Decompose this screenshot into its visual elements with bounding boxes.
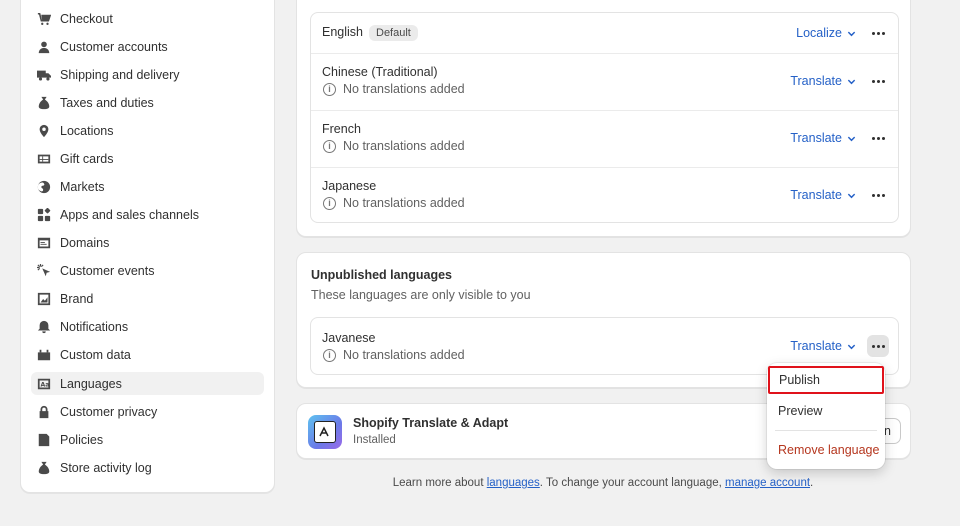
info-icon: i (323, 82, 336, 96)
bell-icon (37, 320, 51, 334)
app-status: Installed (353, 434, 396, 446)
gift-card-icon (37, 152, 51, 166)
database-icon (37, 348, 51, 362)
section-subtitle: These languages are only visible to you (311, 288, 531, 302)
svg-text:Aa: Aa (41, 381, 50, 388)
localize-button[interactable]: Localize (796, 26, 856, 40)
footer-help-text: Learn more about languages. To change yo… (392, 477, 814, 489)
sidebar-item-custom-data[interactable]: Custom data (31, 343, 264, 366)
manage-account-link[interactable]: manage account (725, 477, 810, 489)
sidebar-item-label: Checkout (60, 11, 113, 26)
policy-icon (37, 433, 51, 447)
sidebar-item-shipping[interactable]: Shipping and delivery (31, 63, 264, 86)
sidebar-item-label: Gift cards (60, 151, 114, 166)
info-icon: i (323, 139, 336, 153)
translate-button[interactable]: Translate (790, 188, 856, 202)
sidebar-item-locations[interactable]: Locations (31, 119, 264, 142)
sidebar-item-label: Notifications (60, 319, 129, 334)
globe-icon (37, 180, 51, 194)
domain-icon (37, 236, 51, 250)
language-name: Chinese (Traditional) (322, 65, 438, 79)
translation-status: i No translations added (323, 196, 465, 210)
sidebar-item-checkout[interactable]: Checkout (31, 7, 264, 30)
translate-button[interactable]: Translate (790, 74, 856, 88)
sidebar-item-customer-accounts[interactable]: Customer accounts (31, 35, 264, 58)
person-icon (37, 40, 51, 54)
brand-icon (37, 292, 51, 306)
section-title: Unpublished languages (311, 268, 452, 282)
more-actions-button[interactable] (867, 70, 889, 92)
chevron-down-icon (847, 193, 856, 198)
sidebar-item-store-activity-log[interactable]: Store activity log (31, 456, 264, 479)
cursor-click-icon (37, 263, 51, 278)
sidebar-item-label: Domains (60, 235, 110, 250)
published-languages-list: English Default Localize Chinese (Traditi… (310, 12, 899, 223)
sidebar-item-notifications[interactable]: Notifications (31, 315, 264, 338)
info-icon: i (323, 348, 336, 362)
sidebar-item-label: Customer events (60, 263, 155, 278)
languages-link[interactable]: languages (487, 477, 540, 489)
settings-sidebar: Checkout Customer accounts Shipping and … (20, 0, 275, 493)
sidebar-item-label: Custom data (60, 347, 131, 362)
sidebar-item-taxes[interactable]: Taxes and duties (31, 91, 264, 114)
sidebar-item-customer-privacy[interactable]: Customer privacy (31, 400, 264, 423)
cart-icon (37, 12, 51, 26)
default-badge: Default (369, 25, 418, 41)
translate-button[interactable]: Translate (790, 339, 856, 353)
more-actions-button[interactable] (867, 127, 889, 149)
sidebar-item-label: Languages (60, 376, 122, 391)
sidebar-item-label: Locations (60, 123, 114, 138)
activity-log-icon (37, 461, 51, 475)
sidebar-item-label: Customer accounts (60, 39, 168, 54)
location-pin-icon (37, 124, 51, 138)
app-title: Shopify Translate & Adapt (353, 416, 509, 430)
sidebar-item-label: Taxes and duties (60, 95, 154, 110)
translation-status: i No translations added (323, 82, 465, 96)
language-actions-menu: Publish Preview Remove language (767, 363, 885, 469)
more-actions-button[interactable] (867, 335, 889, 357)
chevron-down-icon (847, 31, 856, 36)
publish-menu-item[interactable]: Publish (768, 366, 884, 394)
published-languages-card: English Default Localize Chinese (Traditi… (296, 0, 911, 237)
sidebar-item-brand[interactable]: Brand (31, 287, 264, 310)
sidebar-item-label: Store activity log (60, 460, 152, 475)
chevron-down-icon (847, 136, 856, 141)
sidebar-item-apps[interactable]: Apps and sales channels (31, 203, 264, 226)
sidebar-item-label: Brand (60, 291, 94, 306)
sidebar-item-label: Customer privacy (60, 404, 158, 419)
translate-app-icon (308, 415, 342, 449)
sidebar-item-label: Markets (60, 179, 105, 194)
sidebar-item-label: Shipping and delivery (60, 67, 180, 82)
language-name: English Default (322, 25, 418, 41)
sidebar-item-languages[interactable]: Aa Languages (31, 372, 264, 395)
chevron-down-icon (847, 79, 856, 84)
language-name: Javanese (322, 331, 376, 345)
truck-icon (37, 68, 51, 82)
remove-language-menu-item[interactable]: Remove language (770, 436, 882, 464)
sidebar-item-customer-events[interactable]: Customer events (31, 259, 264, 282)
sidebar-item-domains[interactable]: Domains (31, 231, 264, 254)
more-actions-button[interactable] (867, 184, 889, 206)
language-icon: Aa (37, 377, 51, 391)
preview-menu-item[interactable]: Preview (770, 397, 882, 425)
money-bag-icon (37, 96, 51, 110)
sidebar-item-policies[interactable]: Policies (31, 428, 264, 451)
language-name: Japanese (322, 179, 377, 193)
apps-icon (37, 207, 51, 222)
translation-status: i No translations added (323, 139, 465, 153)
translate-button[interactable]: Translate (790, 131, 856, 145)
chevron-down-icon (847, 344, 856, 349)
translation-status: i No translations added (323, 348, 465, 362)
sidebar-item-gift-cards[interactable]: Gift cards (31, 147, 264, 170)
sidebar-item-markets[interactable]: Markets (31, 175, 264, 198)
language-name: French (322, 122, 361, 136)
lock-icon (37, 405, 51, 419)
info-icon: i (323, 196, 336, 210)
sidebar-item-label: Apps and sales channels (60, 207, 199, 222)
sidebar-item-label: Policies (60, 432, 104, 447)
more-actions-button[interactable] (867, 22, 889, 44)
